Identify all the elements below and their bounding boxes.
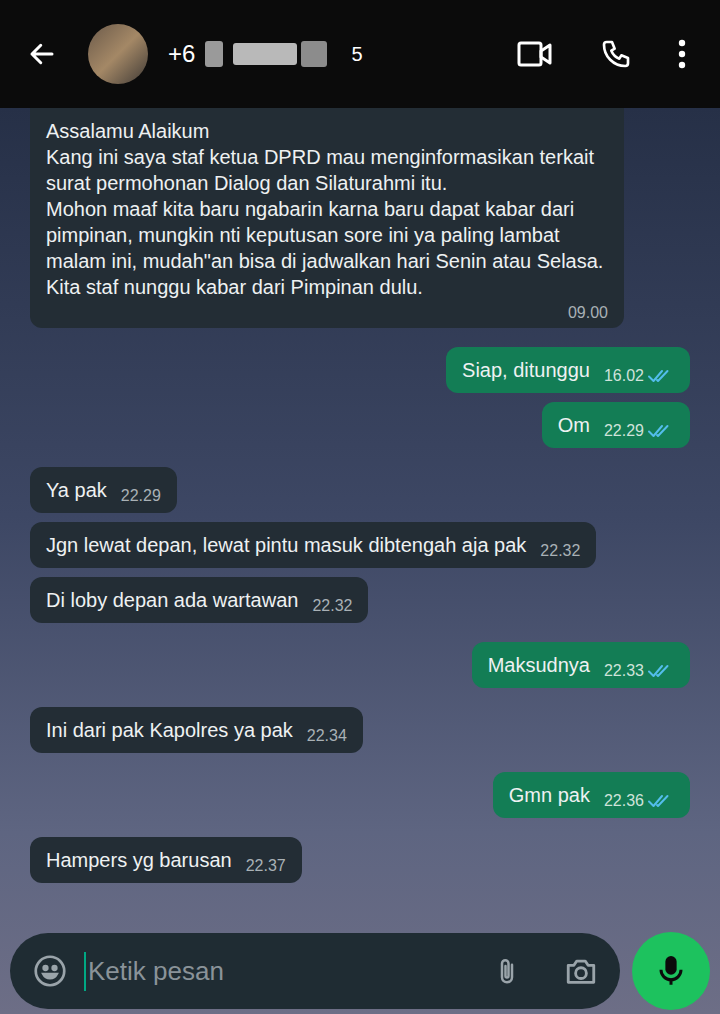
back-button[interactable] (24, 36, 60, 72)
message-meta: 22.37 (232, 856, 286, 876)
chat-area: Assalamu Alaikum Kang ini saya staf ketu… (0, 108, 720, 1014)
read-status (648, 368, 674, 384)
message-row: Jgn lewat depan, lewat pintu masuk dibte… (30, 522, 690, 568)
composer (0, 926, 720, 1014)
emoji-icon[interactable] (32, 953, 68, 989)
message-row: Di loby depan ada wartawan 22.32 (30, 577, 690, 623)
message-list: Assalamu Alaikum Kang ini saya staf ketu… (0, 108, 720, 926)
incoming-message[interactable]: Jgn lewat depan, lewat pintu masuk dibte… (30, 522, 596, 568)
microphone-icon (656, 953, 686, 989)
read-status (648, 793, 674, 809)
incoming-message[interactable]: Ini dari pak Kapolres ya pak 22.34 (30, 707, 363, 753)
read-status (648, 663, 674, 679)
contact-suffix: 5 (351, 39, 362, 69)
read-ticks-icon (648, 423, 674, 439)
message-row: Ini dari pak Kapolres ya pak 22.34 (30, 707, 690, 753)
message-meta: 09.00 (554, 303, 608, 323)
message-time: 22.33 (604, 661, 644, 681)
message-row: Om 22.29 (30, 402, 690, 448)
message-time: 22.36 (604, 791, 644, 811)
message-text: Assalamu Alaikum Kang ini saya staf ketu… (46, 118, 608, 300)
outgoing-message[interactable]: Om 22.29 (542, 402, 690, 448)
message-time: 22.32 (540, 541, 580, 561)
outgoing-message[interactable]: Siap, ditunggu 16.02 (446, 347, 690, 393)
incoming-message[interactable]: Di loby depan ada wartawan 22.32 (30, 577, 368, 623)
video-call-icon[interactable] (516, 39, 554, 69)
message-time: 22.37 (246, 856, 286, 876)
message-text: Ini dari pak Kapolres ya pak (46, 717, 293, 743)
camera-icon[interactable] (564, 954, 598, 988)
read-ticks-icon (648, 663, 674, 679)
incoming-message[interactable]: Ya pak 22.29 (30, 467, 177, 513)
message-meta: 22.34 (293, 726, 347, 746)
message-meta: 22.32 (526, 541, 580, 561)
message-row: Gmn pak 22.36 (30, 772, 690, 818)
message-row: Hampers yg barusan 22.37 (30, 837, 690, 883)
redaction (301, 41, 327, 67)
read-ticks-icon (648, 368, 674, 384)
message-row: Ya pak 22.29 (30, 467, 690, 513)
back-arrow-icon (27, 39, 57, 69)
message-text: Di loby depan ada wartawan (46, 587, 298, 613)
chat-header: +6 5 (0, 0, 720, 108)
message-field (10, 933, 620, 1009)
message-time: 16.02 (604, 366, 644, 386)
incoming-message[interactable]: Assalamu Alaikum Kang ini saya staf ketu… (30, 108, 624, 328)
message-time: 22.32 (312, 596, 352, 616)
read-status (648, 423, 674, 439)
message-text: Om (558, 412, 590, 438)
outgoing-message[interactable]: Gmn pak 22.36 (493, 772, 690, 818)
attach-icon[interactable] (492, 953, 522, 989)
outgoing-message[interactable]: Maksudnya 22.33 (472, 642, 690, 688)
message-text: Ya pak (46, 477, 107, 503)
voice-button[interactable] (632, 932, 710, 1010)
message-time: 22.34 (307, 726, 347, 746)
message-meta: 22.29 (590, 421, 674, 441)
message-text: Gmn pak (509, 782, 590, 808)
contact-name[interactable]: +6 5 (168, 36, 363, 72)
message-meta: 22.32 (298, 596, 352, 616)
message-row: Assalamu Alaikum Kang ini saya staf ketu… (30, 108, 690, 328)
message-meta: 22.33 (590, 661, 674, 681)
message-row: Maksudnya 22.33 (30, 642, 690, 688)
read-ticks-icon (648, 793, 674, 809)
more-options-icon[interactable] (678, 39, 686, 69)
message-text: Jgn lewat depan, lewat pintu masuk dibte… (46, 532, 526, 558)
message-time: 22.29 (121, 486, 161, 506)
message-meta: 22.36 (590, 791, 674, 811)
message-text: Hampers yg barusan (46, 847, 232, 873)
message-row: Siap, ditunggu 16.02 (30, 347, 690, 393)
message-time: 09.00 (568, 303, 608, 323)
message-meta: 22.29 (107, 486, 161, 506)
message-time: 22.29 (604, 421, 644, 441)
incoming-message[interactable]: Hampers yg barusan 22.37 (30, 837, 302, 883)
contact-prefix: +6 (168, 36, 195, 72)
message-input[interactable] (84, 952, 482, 991)
message-text: Maksudnya (488, 652, 590, 678)
redaction (233, 43, 297, 65)
message-text: Siap, ditunggu (462, 357, 590, 383)
message-meta: 16.02 (590, 366, 674, 386)
redaction (205, 41, 223, 67)
phone-icon[interactable] (600, 38, 632, 70)
avatar[interactable] (88, 24, 148, 84)
